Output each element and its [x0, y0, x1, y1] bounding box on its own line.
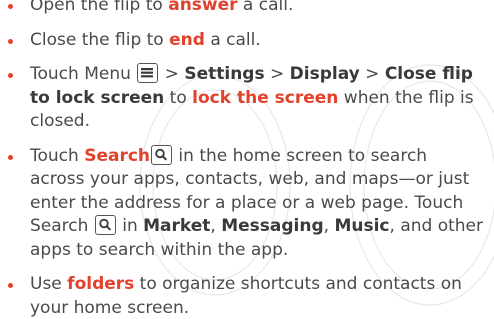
highlight-term: answer	[168, 0, 238, 15]
bullet	[8, 73, 13, 78]
highlight-term: lock the screen	[192, 87, 339, 108]
highlight-term: folders	[67, 274, 135, 294]
list-item: Close the flip to end a call.	[0, 29, 494, 53]
app-name-market: Market	[143, 216, 211, 236]
menu-path-settings: Settings	[184, 64, 265, 84]
app-name-messaging: Messaging	[221, 216, 324, 236]
list-item: Use folders to organize shortcuts and co…	[0, 273, 494, 319]
list-item: Touch Menu > Settings > Display > Close …	[0, 63, 494, 134]
bullet	[8, 4, 13, 9]
bullet	[8, 38, 13, 44]
bullet	[8, 283, 13, 288]
search-key-icon	[151, 144, 173, 165]
highlight-term: Search	[84, 145, 151, 166]
search-key-icon	[94, 215, 116, 235]
app-name-music: Music	[334, 216, 390, 236]
list-item: Touch Search in the home screen to searc…	[0, 144, 494, 263]
bullet	[8, 154, 13, 160]
feature-tips-list: Open the flip to answer a call. Close th…	[0, 0, 494, 319]
highlight-term: end	[169, 29, 205, 50]
list-item: Open the flip to answer a call.	[0, 0, 494, 18]
menu-key-icon	[137, 63, 159, 83]
menu-path-display: Display	[289, 64, 360, 84]
